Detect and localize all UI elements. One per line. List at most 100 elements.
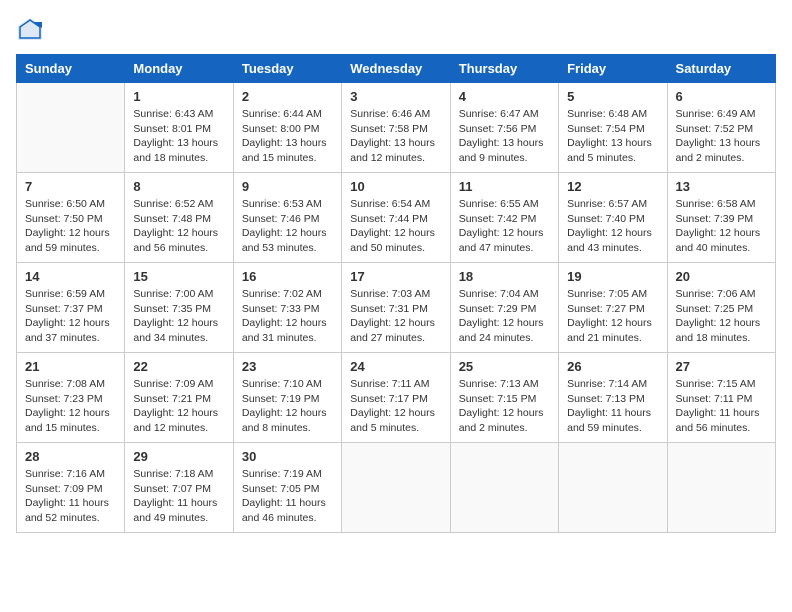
day-number: 29 (133, 449, 224, 464)
day-info: Sunrise: 6:54 AM Sunset: 7:44 PM Dayligh… (350, 197, 441, 256)
day-info: Sunrise: 7:14 AM Sunset: 7:13 PM Dayligh… (567, 377, 658, 436)
calendar-cell: 7 Sunrise: 6:50 AM Sunset: 7:50 PM Daylig… (17, 173, 125, 263)
day-number: 12 (567, 179, 658, 194)
day-number: 4 (459, 89, 550, 104)
calendar-cell: 8 Sunrise: 6:52 AM Sunset: 7:48 PM Daylig… (125, 173, 233, 263)
calendar-week-row: 28 Sunrise: 7:16 AM Sunset: 7:09 PM Dayli… (17, 443, 776, 533)
calendar-cell: 6 Sunrise: 6:49 AM Sunset: 7:52 PM Daylig… (667, 83, 775, 173)
day-number: 10 (350, 179, 441, 194)
calendar-cell: 10 Sunrise: 6:54 AM Sunset: 7:44 PM Dayli… (342, 173, 450, 263)
day-number: 21 (25, 359, 116, 374)
calendar-cell: 22 Sunrise: 7:09 AM Sunset: 7:21 PM Dayli… (125, 353, 233, 443)
day-info: Sunrise: 7:15 AM Sunset: 7:11 PM Dayligh… (676, 377, 767, 436)
calendar-week-row: 7 Sunrise: 6:50 AM Sunset: 7:50 PM Daylig… (17, 173, 776, 263)
day-header-monday: Monday (125, 55, 233, 83)
calendar-cell: 5Sunrise: 6:48 AM Sunset: 7:54 PM Daylig… (559, 83, 667, 173)
calendar-cell (342, 443, 450, 533)
day-header-wednesday: Wednesday (342, 55, 450, 83)
day-info: Sunrise: 6:43 AM Sunset: 8:01 PM Dayligh… (133, 107, 224, 166)
calendar-cell: 11Sunrise: 6:55 AM Sunset: 7:42 PM Dayli… (450, 173, 558, 263)
calendar-cell: 2Sunrise: 6:44 AM Sunset: 8:00 PM Daylig… (233, 83, 341, 173)
calendar-cell: 30 Sunrise: 7:19 AM Sunset: 7:05 PM Dayli… (233, 443, 341, 533)
logo-icon (16, 16, 44, 44)
day-info: Sunrise: 7:09 AM Sunset: 7:21 PM Dayligh… (133, 377, 224, 436)
day-number: 16 (242, 269, 333, 284)
day-info: Sunrise: 7:18 AM Sunset: 7:07 PM Dayligh… (133, 467, 224, 526)
calendar-cell: 4 Sunrise: 6:47 AM Sunset: 7:56 PM Daylig… (450, 83, 558, 173)
day-info: Sunrise: 6:47 AM Sunset: 7:56 PM Dayligh… (459, 107, 550, 166)
day-header-tuesday: Tuesday (233, 55, 341, 83)
calendar-header-row: SundayMondayTuesdayWednesdayThursdayFrid… (17, 55, 776, 83)
day-info: Sunrise: 7:00 AM Sunset: 7:35 PM Dayligh… (133, 287, 224, 346)
calendar-cell: 28 Sunrise: 7:16 AM Sunset: 7:09 PM Dayli… (17, 443, 125, 533)
day-info: Sunrise: 6:53 AM Sunset: 7:46 PM Dayligh… (242, 197, 333, 256)
calendar-cell: 26 Sunrise: 7:14 AM Sunset: 7:13 PM Dayli… (559, 353, 667, 443)
calendar-cell: 25Sunrise: 7:13 AM Sunset: 7:15 PM Dayli… (450, 353, 558, 443)
page-header (16, 16, 776, 44)
day-header-sunday: Sunday (17, 55, 125, 83)
day-info: Sunrise: 7:10 AM Sunset: 7:19 PM Dayligh… (242, 377, 333, 436)
day-info: Sunrise: 6:44 AM Sunset: 8:00 PM Dayligh… (242, 107, 333, 166)
logo (16, 16, 48, 44)
day-number: 7 (25, 179, 116, 194)
day-number: 9 (242, 179, 333, 194)
day-number: 1 (133, 89, 224, 104)
day-number: 3 (350, 89, 441, 104)
day-info: Sunrise: 7:08 AM Sunset: 7:23 PM Dayligh… (25, 377, 116, 436)
calendar-cell: 13 Sunrise: 6:58 AM Sunset: 7:39 PM Dayli… (667, 173, 775, 263)
calendar-cell: 12 Sunrise: 6:57 AM Sunset: 7:40 PM Dayli… (559, 173, 667, 263)
calendar-week-row: 1 Sunrise: 6:43 AM Sunset: 8:01 PM Daylig… (17, 83, 776, 173)
calendar-cell: 20 Sunrise: 7:06 AM Sunset: 7:25 PM Dayli… (667, 263, 775, 353)
day-info: Sunrise: 6:57 AM Sunset: 7:40 PM Dayligh… (567, 197, 658, 256)
calendar-cell: 19Sunrise: 7:05 AM Sunset: 7:27 PM Dayli… (559, 263, 667, 353)
calendar-cell: 15 Sunrise: 7:00 AM Sunset: 7:35 PM Dayli… (125, 263, 233, 353)
day-header-saturday: Saturday (667, 55, 775, 83)
day-number: 27 (676, 359, 767, 374)
calendar-cell: 1 Sunrise: 6:43 AM Sunset: 8:01 PM Daylig… (125, 83, 233, 173)
day-info: Sunrise: 6:50 AM Sunset: 7:50 PM Dayligh… (25, 197, 116, 256)
day-number: 13 (676, 179, 767, 194)
calendar-cell: 24Sunrise: 7:11 AM Sunset: 7:17 PM Dayli… (342, 353, 450, 443)
day-info: Sunrise: 6:46 AM Sunset: 7:58 PM Dayligh… (350, 107, 441, 166)
calendar-cell (17, 83, 125, 173)
day-info: Sunrise: 7:19 AM Sunset: 7:05 PM Dayligh… (242, 467, 333, 526)
calendar-cell: 16 Sunrise: 7:02 AM Sunset: 7:33 PM Dayli… (233, 263, 341, 353)
day-number: 28 (25, 449, 116, 464)
calendar-cell (450, 443, 558, 533)
day-number: 19 (567, 269, 658, 284)
calendar-cell: 21 Sunrise: 7:08 AM Sunset: 7:23 PM Dayli… (17, 353, 125, 443)
calendar-cell: 29 Sunrise: 7:18 AM Sunset: 7:07 PM Dayli… (125, 443, 233, 533)
day-info: Sunrise: 6:49 AM Sunset: 7:52 PM Dayligh… (676, 107, 767, 166)
day-number: 22 (133, 359, 224, 374)
day-info: Sunrise: 7:06 AM Sunset: 7:25 PM Dayligh… (676, 287, 767, 346)
day-header-thursday: Thursday (450, 55, 558, 83)
day-number: 8 (133, 179, 224, 194)
day-info: Sunrise: 6:48 AM Sunset: 7:54 PM Dayligh… (567, 107, 658, 166)
day-number: 23 (242, 359, 333, 374)
day-number: 30 (242, 449, 333, 464)
calendar-cell: 3 Sunrise: 6:46 AM Sunset: 7:58 PM Daylig… (342, 83, 450, 173)
calendar-table: SundayMondayTuesdayWednesdayThursdayFrid… (16, 54, 776, 533)
day-number: 26 (567, 359, 658, 374)
calendar-cell: 23 Sunrise: 7:10 AM Sunset: 7:19 PM Dayli… (233, 353, 341, 443)
calendar-cell (667, 443, 775, 533)
day-number: 20 (676, 269, 767, 284)
day-info: Sunrise: 7:03 AM Sunset: 7:31 PM Dayligh… (350, 287, 441, 346)
day-info: Sunrise: 6:58 AM Sunset: 7:39 PM Dayligh… (676, 197, 767, 256)
day-info: Sunrise: 7:13 AM Sunset: 7:15 PM Dayligh… (459, 377, 550, 436)
day-info: Sunrise: 7:16 AM Sunset: 7:09 PM Dayligh… (25, 467, 116, 526)
calendar-week-row: 14Sunrise: 6:59 AM Sunset: 7:37 PM Dayli… (17, 263, 776, 353)
day-number: 15 (133, 269, 224, 284)
calendar-cell: 27 Sunrise: 7:15 AM Sunset: 7:11 PM Dayli… (667, 353, 775, 443)
day-info: Sunrise: 6:55 AM Sunset: 7:42 PM Dayligh… (459, 197, 550, 256)
day-info: Sunrise: 6:59 AM Sunset: 7:37 PM Dayligh… (25, 287, 116, 346)
calendar-cell: 17 Sunrise: 7:03 AM Sunset: 7:31 PM Dayli… (342, 263, 450, 353)
calendar-cell (559, 443, 667, 533)
calendar-cell: 14Sunrise: 6:59 AM Sunset: 7:37 PM Dayli… (17, 263, 125, 353)
day-number: 24 (350, 359, 441, 374)
day-number: 17 (350, 269, 441, 284)
day-info: Sunrise: 7:02 AM Sunset: 7:33 PM Dayligh… (242, 287, 333, 346)
day-number: 6 (676, 89, 767, 104)
day-info: Sunrise: 7:04 AM Sunset: 7:29 PM Dayligh… (459, 287, 550, 346)
day-info: Sunrise: 6:52 AM Sunset: 7:48 PM Dayligh… (133, 197, 224, 256)
